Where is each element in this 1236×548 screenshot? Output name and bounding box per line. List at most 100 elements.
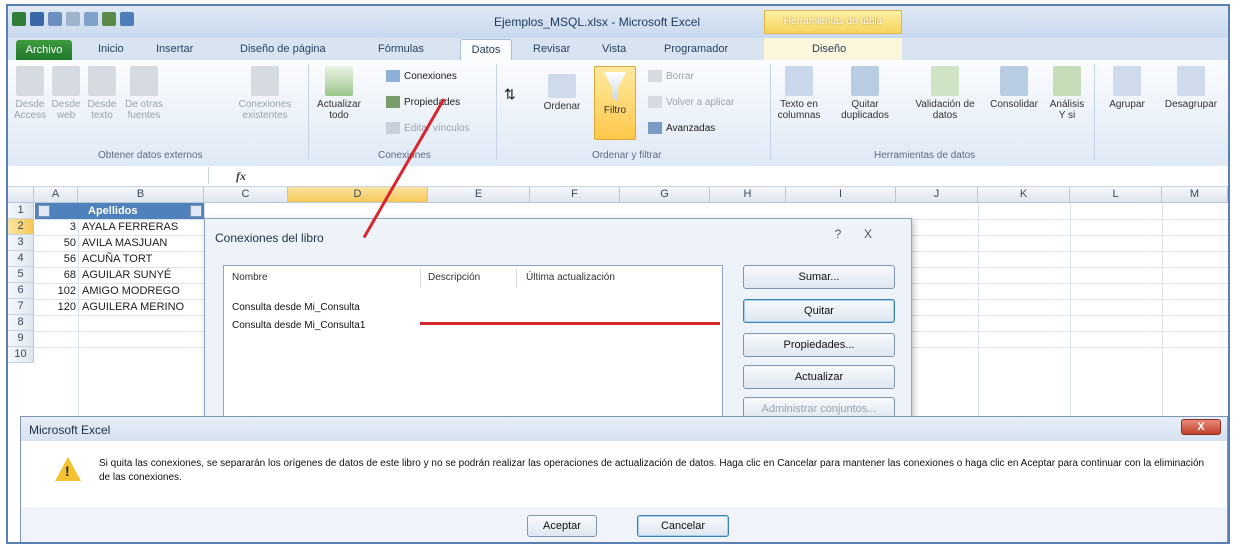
undo-icon[interactable] xyxy=(48,12,62,26)
cell-apellidos[interactable]: AGUILERA MERINO xyxy=(82,299,184,315)
refresh-button[interactable]: Actualizar xyxy=(743,365,895,389)
funnel-icon xyxy=(604,72,626,102)
cancel-button[interactable]: Cancelar xyxy=(637,515,729,537)
row-header[interactable]: 7 xyxy=(8,299,34,315)
row-header[interactable]: 1 xyxy=(8,203,34,219)
refresh-all-button[interactable]: Actualizar todo xyxy=(314,66,364,121)
tab-diseno-pagina[interactable]: Diseño de página xyxy=(240,43,326,55)
cell-id[interactable]: 56 xyxy=(34,251,78,267)
remove-duplicates-button[interactable]: Quitar duplicados xyxy=(834,66,896,121)
cell-id[interactable]: 120 xyxy=(34,299,78,315)
connections-button[interactable]: Conexiones xyxy=(386,70,457,82)
list-header-nombre[interactable]: Nombre xyxy=(232,272,268,283)
cell-apellidos[interactable]: AGUILAR SUNYÉ xyxy=(82,267,171,283)
column-header[interactable]: I xyxy=(786,187,896,203)
help-icon[interactable]: ? xyxy=(825,225,851,243)
tab-datos[interactable]: Datos xyxy=(460,39,512,60)
text-to-columns-button[interactable]: Texto en columnas xyxy=(774,66,824,121)
row-header[interactable]: 5 xyxy=(8,267,34,283)
remove-button[interactable]: Quitar xyxy=(743,299,895,323)
group-label-sort: Ordenar y filtrar xyxy=(592,150,662,161)
cell-id[interactable]: 102 xyxy=(34,283,78,299)
column-header[interactable]: F xyxy=(530,187,620,203)
row-header[interactable]: 2 xyxy=(8,219,34,235)
column-header[interactable]: A xyxy=(34,187,78,203)
print-preview-icon[interactable] xyxy=(84,12,98,26)
column-header[interactable]: J xyxy=(896,187,978,203)
from-web-button[interactable]: Desde web xyxy=(50,66,82,121)
ok-button[interactable]: Aceptar xyxy=(527,515,597,537)
tab-revisar[interactable]: Revisar xyxy=(533,43,570,55)
customize-qat-icon[interactable] xyxy=(120,12,134,26)
column-header[interactable]: L xyxy=(1070,187,1162,203)
save-icon[interactable] xyxy=(30,12,44,26)
cell-id[interactable]: 3 xyxy=(34,219,78,235)
column-header[interactable]: C xyxy=(204,187,288,203)
list-item[interactable]: Consulta desde Mi_Consulta xyxy=(232,302,360,313)
column-header[interactable]: H xyxy=(710,187,786,203)
ungroup-button[interactable]: Desagrupar xyxy=(1156,66,1226,110)
column-header[interactable]: E xyxy=(428,187,530,203)
message-box: Microsoft Excel X ! Si quita las conexio… xyxy=(20,416,1228,542)
advanced-filter-button[interactable]: Avanzadas xyxy=(648,122,715,134)
tab-programador[interactable]: Programador xyxy=(664,43,728,55)
select-all-corner[interactable] xyxy=(8,187,34,203)
cell-apellidos[interactable]: ACUÑA TORT xyxy=(82,251,152,267)
data-validation-button[interactable]: Validación de datos xyxy=(908,66,982,121)
cell-id[interactable]: 68 xyxy=(34,267,78,283)
properties-dialog-button[interactable]: Propiedades... xyxy=(743,333,895,357)
clear-filter-button[interactable]: Borrar xyxy=(648,70,694,82)
cell-id[interactable]: 50 xyxy=(34,235,78,251)
from-text-button[interactable]: Desde texto xyxy=(84,66,120,121)
tab-archivo[interactable]: Archivo xyxy=(16,40,72,60)
row-header[interactable]: 6 xyxy=(8,283,34,299)
from-access-button[interactable]: Desde Access xyxy=(12,66,48,121)
group-button[interactable]: Agrupar xyxy=(1100,66,1154,110)
row-header[interactable]: 10 xyxy=(8,347,34,363)
cell-apellidos[interactable]: AMIGO MODREGO xyxy=(82,283,180,299)
list-item[interactable]: Consulta desde Mi_Consulta1 xyxy=(232,320,365,331)
other-sources-button[interactable]: De otras fuentes xyxy=(122,66,166,121)
message-box-titlebar: Microsoft Excel X xyxy=(21,417,1227,441)
filter-dropdown-icon[interactable] xyxy=(190,205,202,217)
close-icon[interactable]: X xyxy=(855,225,881,243)
column-header[interactable]: D xyxy=(288,187,428,203)
what-if-button[interactable]: Análisis Y si xyxy=(1046,66,1088,121)
column-header[interactable]: M xyxy=(1162,187,1228,203)
tab-insertar[interactable]: Insertar xyxy=(156,43,193,55)
consolidate-icon xyxy=(1000,66,1028,96)
cell-apellidos[interactable]: AYALA FERRERAS xyxy=(82,219,178,235)
sort-button[interactable]: Ordenar xyxy=(542,74,582,112)
name-box[interactable] xyxy=(8,167,209,184)
row-header[interactable]: 9 xyxy=(8,331,34,347)
properties-button[interactable]: Propiedades xyxy=(386,96,460,108)
column-header[interactable]: B xyxy=(78,187,204,203)
consolidate-button[interactable]: Consolidar xyxy=(984,66,1044,110)
sort-az-button[interactable]: ⇅ xyxy=(504,86,516,103)
ribbon-tabs: Archivo Inicio Insertar Diseño de página… xyxy=(8,38,1228,60)
reapply-button[interactable]: Volver a aplicar xyxy=(648,96,734,108)
row-header[interactable]: 4 xyxy=(8,251,34,267)
ungroup-icon xyxy=(1177,66,1205,96)
grid-line xyxy=(978,203,979,423)
sort-icon xyxy=(548,74,576,98)
cell-apellidos[interactable]: AVILA MASJUAN xyxy=(82,235,167,251)
close-icon[interactable]: X xyxy=(1181,419,1221,435)
column-header[interactable]: G xyxy=(620,187,710,203)
redo-icon[interactable] xyxy=(66,12,80,26)
filter-dropdown-icon[interactable] xyxy=(38,205,50,217)
tab-vista[interactable]: Vista xyxy=(602,43,626,55)
tab-formulas[interactable]: Fórmulas xyxy=(378,43,424,55)
existing-connections-button[interactable]: Conexiones existentes xyxy=(230,66,300,121)
table-header-apellidos: Apellidos xyxy=(88,205,138,217)
list-header-ultima-actualizacion[interactable]: Última actualización xyxy=(526,272,615,283)
add-button[interactable]: Sumar... xyxy=(743,265,895,289)
list-header-descripcion[interactable]: Descripción xyxy=(428,272,480,283)
group-separator xyxy=(770,64,771,160)
tab-inicio[interactable]: Inicio xyxy=(98,43,124,55)
column-header[interactable]: K xyxy=(978,187,1070,203)
print-icon[interactable] xyxy=(102,12,116,26)
tab-diseno[interactable]: Diseño xyxy=(812,43,846,55)
row-header[interactable]: 8 xyxy=(8,315,34,331)
row-header[interactable]: 3 xyxy=(8,235,34,251)
